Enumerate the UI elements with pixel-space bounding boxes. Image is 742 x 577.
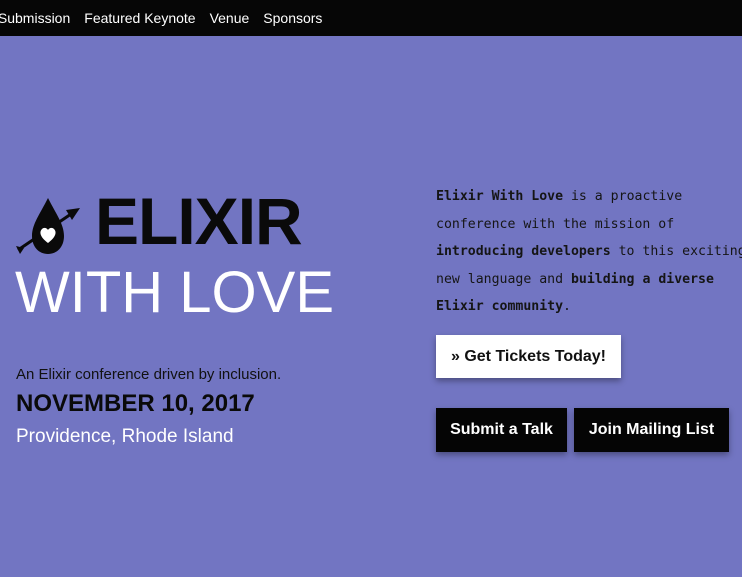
about-text-3: . xyxy=(563,299,571,314)
about-highlight-developers: introducing developers xyxy=(436,244,611,259)
join-mailing-list-button[interactable]: Join Mailing List xyxy=(574,408,729,452)
nav-link-venue[interactable]: Venue xyxy=(210,10,250,26)
get-tickets-button[interactable]: » Get Tickets Today! xyxy=(436,335,621,378)
about-name: Elixir With Love xyxy=(436,189,564,204)
nav-link-featured-keynote[interactable]: Featured Keynote xyxy=(84,10,195,26)
top-navigation: k Submission Featured Keynote Venue Spon… xyxy=(0,0,742,36)
logo-title-with-love: WITH LOVE xyxy=(15,260,335,325)
about-paragraph: Elixir With Love is a proactive conferen… xyxy=(436,183,742,321)
tagline: An Elixir conference driven by inclusion… xyxy=(16,366,282,383)
event-location: Providence, Rhode Island xyxy=(16,426,234,447)
elixir-drop-arrow-heart-icon xyxy=(14,196,84,258)
logo-title-elixir: ELIXIR xyxy=(95,184,303,258)
nav-link-sponsors[interactable]: Sponsors xyxy=(263,10,322,26)
event-date: NOVEMBER 10, 2017 xyxy=(16,390,255,417)
nav-link-talk-submission[interactable]: k Submission xyxy=(0,10,70,26)
submit-talk-button[interactable]: Submit a Talk xyxy=(436,408,567,452)
